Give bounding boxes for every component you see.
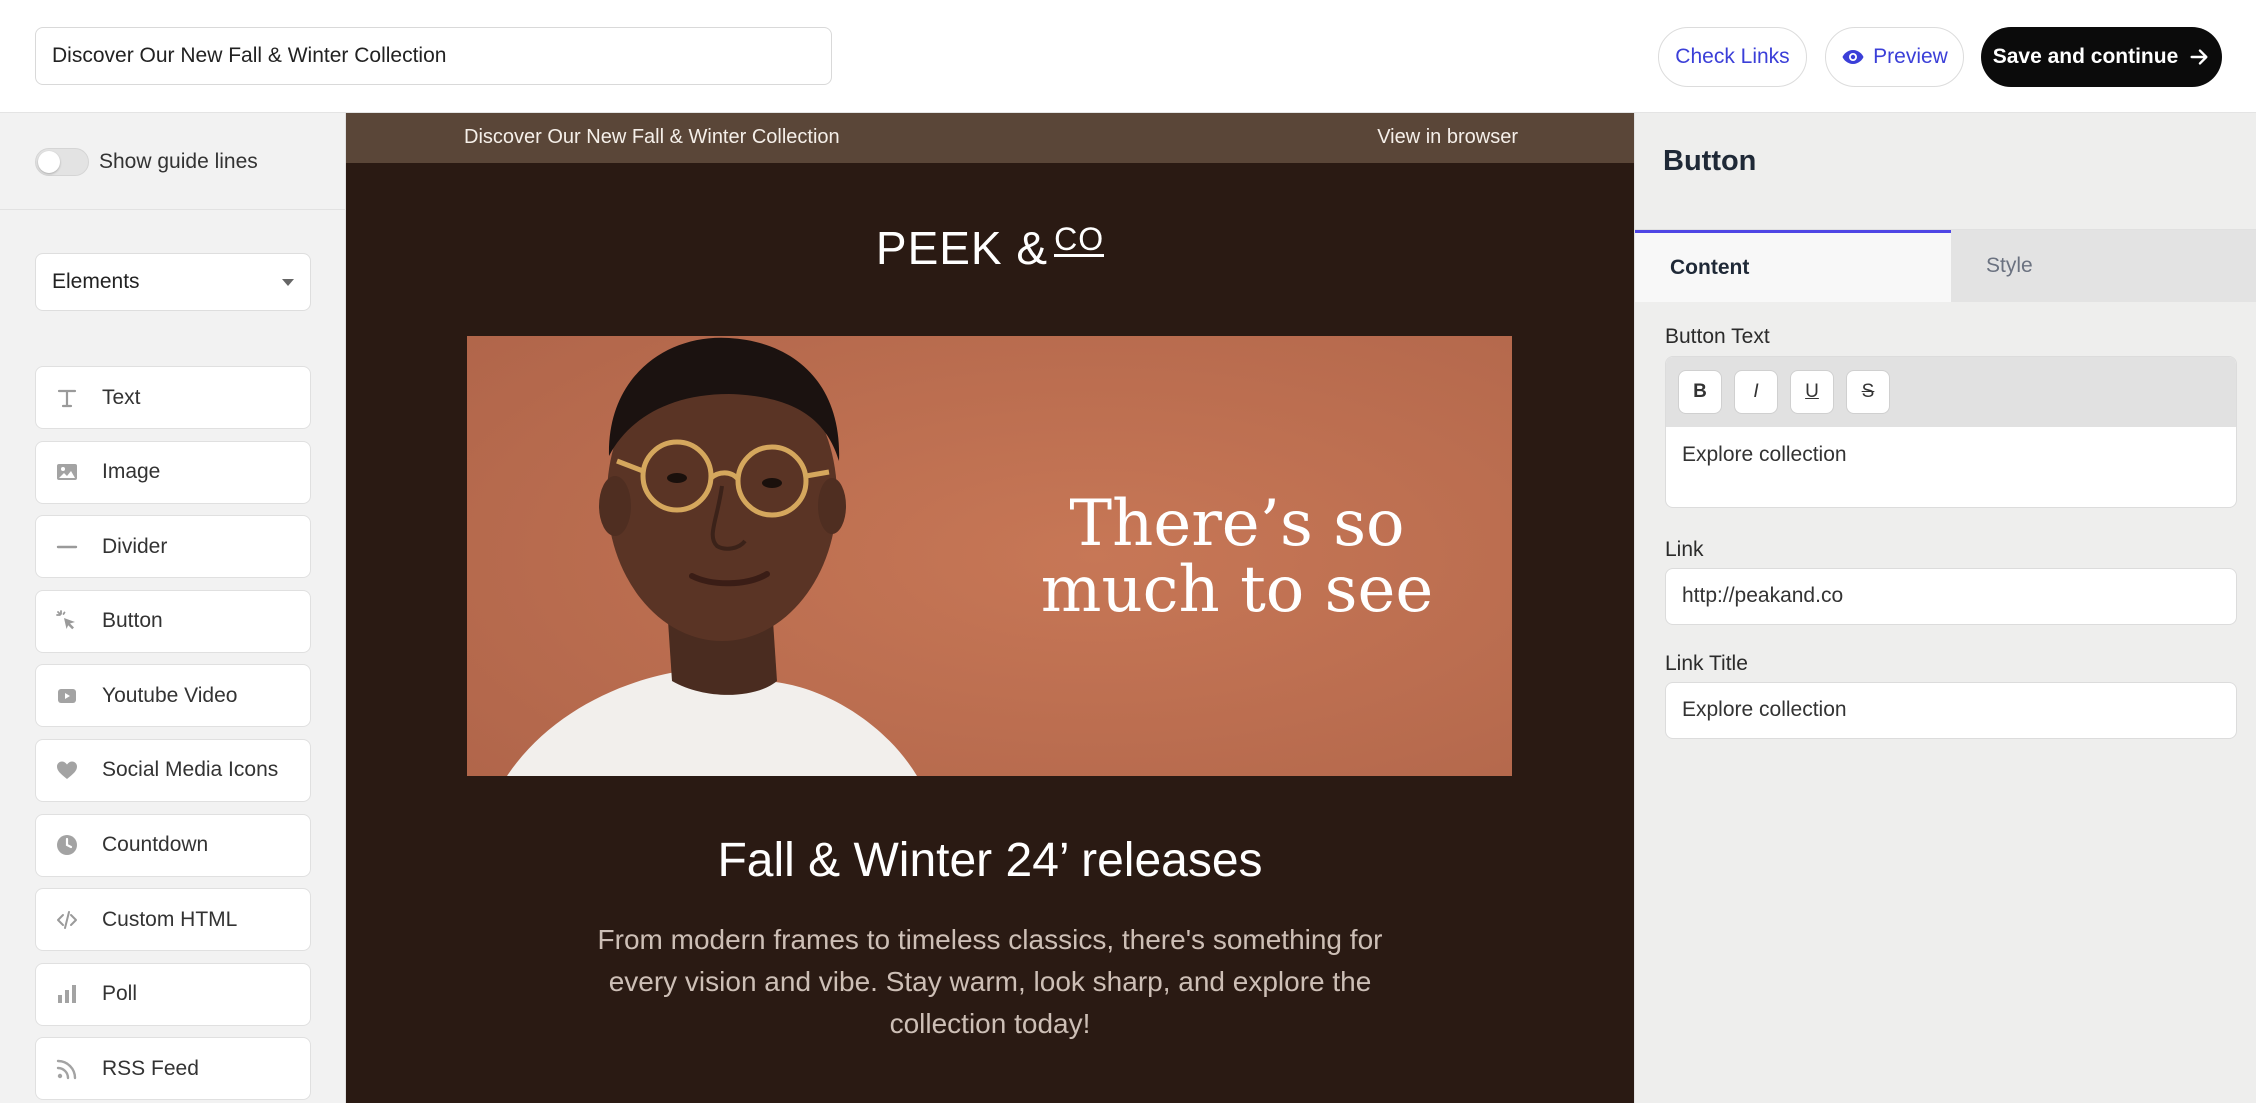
bar-chart-icon [54,981,80,1007]
sidebar-divider [0,209,346,210]
text-icon [54,385,80,411]
brand-logo-main: PEEK & [875,222,1049,274]
underline-button[interactable]: U [1790,370,1834,414]
element-label: Poll [102,982,138,1006]
brand-logo[interactable]: PEEK & CO [346,221,1634,275]
strikethrough-button[interactable]: S [1846,370,1890,414]
email-preheader[interactable]: Discover Our New Fall & Winter Collectio… [346,113,1634,163]
element-youtube-video[interactable]: Youtube Video [35,664,311,728]
hero-image[interactable]: There’s so much to see [467,336,1512,776]
element-label: RSS Feed [102,1056,199,1080]
code-icon [54,907,80,933]
eye-icon [1841,45,1865,69]
guide-lines-toggle[interactable] [35,148,89,176]
element-label: Button [102,609,163,633]
element-image[interactable]: Image [35,440,311,504]
guide-lines-row: Show guide lines [35,148,258,176]
element-label: Countdown [102,833,209,857]
button-text-label: Button Text [1665,325,1770,348]
cursor-click-icon [54,608,80,634]
element-rss-feed[interactable]: RSS Feed [35,1037,311,1101]
hero-headline: There’s so much to see [1040,487,1434,627]
link-input[interactable]: http://peakand.co [1665,568,2237,625]
tab-label: Style [1986,254,2033,277]
save-continue-label: Save and continue [1992,45,2179,68]
element-social-media-icons[interactable]: Social Media Icons [35,738,311,802]
element-button[interactable]: Button [35,589,311,653]
panel-title: Button [1663,145,1757,177]
arrow-right-icon [2188,46,2210,68]
rich-text-toolbar: B I U S [1666,357,2236,427]
check-links-button[interactable]: Check Links [1658,27,1807,87]
tab-content[interactable]: Content [1635,230,1951,302]
panel-tabs: Content Style [1635,229,2256,302]
element-custom-html[interactable]: Custom HTML [35,888,311,952]
preview-label: Preview [1873,45,1948,68]
italic-button[interactable]: I [1734,370,1778,414]
tab-style[interactable]: Style [1951,230,2256,302]
top-bar: Discover Our New Fall & Winter Collectio… [0,0,2256,113]
element-label: Divider [102,534,168,558]
elements-sidebar: Show guide lines Elements Text Image Div… [0,113,346,1103]
element-list: Text Image Divider Button Youtube Video … [35,366,311,1103]
email-editor-app: Discover Our New Fall & Winter Collectio… [0,0,2256,1103]
heart-icon [54,757,80,783]
rss-icon [54,1056,80,1082]
preheader-text: Discover Our New Fall & Winter Collectio… [464,126,840,148]
link-label: Link [1665,538,1704,561]
link-title-label: Link Title [1665,652,1748,675]
tab-label: Content [1670,255,1750,279]
button-text-input[interactable]: Explore collection [1666,427,2236,483]
brand-logo-super: CO [1054,221,1105,257]
properties-panel: Button Content Style Button Text B I U S… [1634,113,2256,1103]
clock-icon [54,832,80,858]
element-label: Text [102,385,141,409]
element-label: Social Media Icons [102,758,279,782]
element-countdown[interactable]: Countdown [35,813,311,877]
preview-button[interactable]: Preview [1825,27,1964,87]
toggle-knob [38,151,60,173]
email-canvas[interactable]: Discover Our New Fall & Winter Collectio… [346,113,1634,1103]
bold-button[interactable]: B [1678,370,1722,414]
element-divider[interactable]: Divider [35,515,311,579]
elements-dropdown[interactable]: Elements [35,253,311,311]
section-title[interactable]: Fall & Winter 24’ releases [346,833,1634,888]
check-links-label: Check Links [1675,45,1790,68]
subject-input[interactable]: Discover Our New Fall & Winter Collectio… [35,27,832,85]
element-label: Youtube Video [102,683,238,707]
divider-icon [54,534,80,560]
section-body-text[interactable]: From modern frames to timeless classics,… [570,919,1410,1045]
dropdown-value: Elements [52,270,140,293]
element-label: Custom HTML [102,907,238,931]
view-in-browser-link[interactable]: View in browser [1377,126,1518,149]
button-text-editor: B I U S Explore collection [1665,356,2237,508]
link-title-input[interactable]: Explore collection [1665,682,2237,739]
element-poll[interactable]: Poll [35,962,311,1026]
caret-down-icon [282,278,294,286]
video-icon [54,683,80,709]
save-continue-button[interactable]: Save and continue [1981,27,2222,87]
guide-lines-label: Show guide lines [99,150,258,173]
element-text[interactable]: Text [35,366,311,429]
image-icon [54,459,80,485]
element-label: Image [102,460,161,484]
